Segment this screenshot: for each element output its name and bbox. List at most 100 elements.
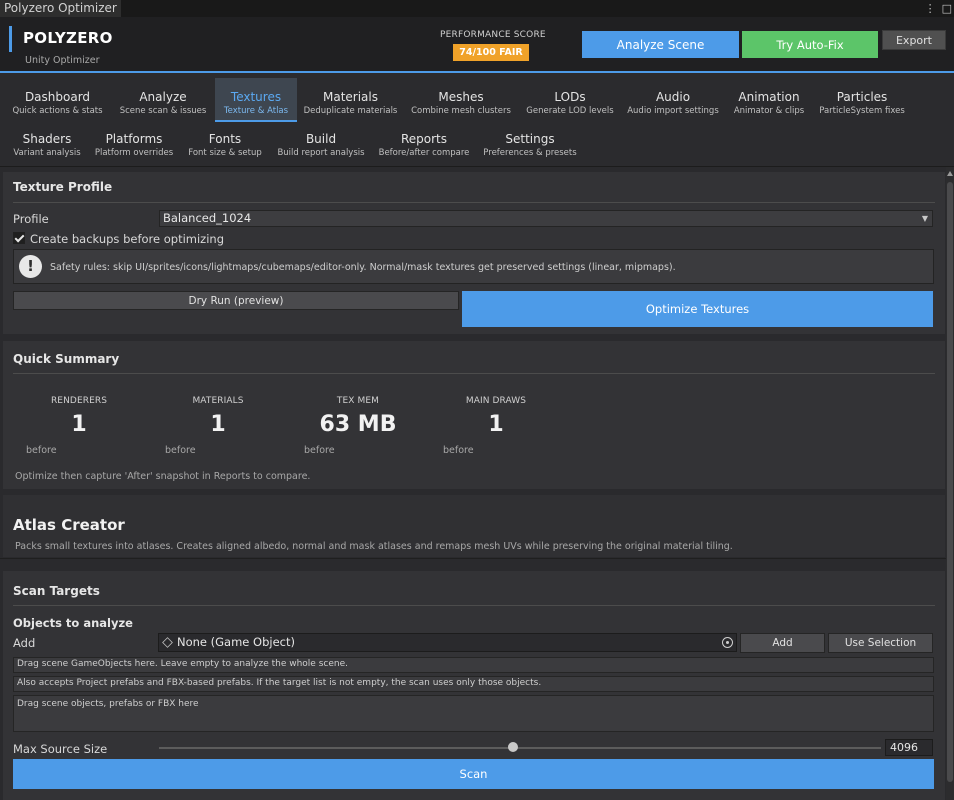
stat-sublabel: before xyxy=(304,445,335,456)
tab-label: Dashboard xyxy=(24,90,91,104)
atlas-creator-section: Atlas Creator Packs small textures into … xyxy=(3,495,945,557)
slider-track xyxy=(159,747,881,749)
atlas-creator-title: Atlas Creator xyxy=(13,516,125,534)
safety-rules-text: Safety rules: skip UI/sprites/icons/ligh… xyxy=(50,262,676,273)
export-button[interactable]: Export xyxy=(882,30,946,50)
tab-sublabel: Animator & clips xyxy=(733,106,805,116)
tab-lods[interactable]: LODs Generate LOD levels xyxy=(525,78,615,122)
stat-label: RENDERERS xyxy=(50,396,108,406)
dry-run-button[interactable]: Dry Run (preview) xyxy=(13,291,459,310)
stat-label: TEX MEM xyxy=(336,396,380,406)
warning-icon: ! xyxy=(19,255,42,278)
stat-sublabel: before xyxy=(443,445,474,456)
tab-sublabel: Audio import settings xyxy=(627,106,719,116)
tab-label: Shaders xyxy=(22,132,72,146)
performance-score-badge: 74/100 FAIR xyxy=(453,44,529,61)
atlas-divider xyxy=(0,558,946,559)
tab-meshes[interactable]: Meshes Combine mesh clusters xyxy=(409,78,513,122)
texture-profile-panel: Texture Profile Profile Balanced_1024 ▼ … xyxy=(3,172,945,334)
tab-sublabel: Platform overrides xyxy=(94,148,174,158)
tab-label: Animation xyxy=(738,90,800,104)
tab-platforms[interactable]: Platforms Platform overrides xyxy=(93,120,175,164)
tab-bar: Dashboard Quick actions & stats Analyze … xyxy=(0,73,954,167)
tab-sublabel: ParticleSystem fixes xyxy=(819,106,905,116)
profile-dropdown[interactable]: Balanced_1024 ▼ xyxy=(159,210,933,227)
tab-sublabel: Before/after compare xyxy=(378,148,470,158)
add-label: Add xyxy=(13,636,36,650)
texture-profile-title: Texture Profile xyxy=(13,180,113,194)
tab-sublabel: Font size & setup xyxy=(188,148,262,158)
add-button[interactable]: Add xyxy=(740,633,825,653)
tab-fonts[interactable]: Fonts Font size & setup xyxy=(186,120,264,164)
tab-label: Particles xyxy=(836,90,888,104)
window-titlebar: Polyzero Optimizer ⋮ □ xyxy=(0,0,954,17)
section-divider xyxy=(13,373,935,374)
stat-sublabel: before xyxy=(165,445,196,456)
tab-reports[interactable]: Reports Before/after compare xyxy=(378,120,470,164)
brand-accent-bar xyxy=(9,26,12,52)
tab-build[interactable]: Build Build report analysis xyxy=(276,120,366,164)
scan-targets-panel: Scan Targets Objects to analyze Add None… xyxy=(3,571,945,800)
use-selection-button[interactable]: Use Selection xyxy=(828,633,933,653)
game-object-field-value: None (Game Object) xyxy=(177,635,295,649)
scroll-up-arrow-icon[interactable] xyxy=(947,171,953,176)
hint-accepts-prefabs: Also accepts Project prefabs and FBX-bas… xyxy=(13,676,934,692)
tab-label: Audio xyxy=(655,90,691,104)
optimize-textures-button[interactable]: Optimize Textures xyxy=(462,291,933,327)
stat-value: 1 xyxy=(488,412,504,437)
max-source-size-field[interactable]: 4096 xyxy=(885,739,933,756)
stat-sublabel: before xyxy=(26,445,57,456)
tab-materials[interactable]: Materials Deduplicate materials xyxy=(303,78,398,122)
summary-note: Optimize then capture 'After' snapshot i… xyxy=(15,471,311,482)
stat-main-draws: MAIN DRAWS 1 xyxy=(436,396,556,437)
window-title: Polyzero Optimizer xyxy=(4,1,117,15)
drop-zone[interactable]: Drag scene objects, prefabs or FBX here xyxy=(13,695,934,732)
tab-dashboard[interactable]: Dashboard Quick actions & stats xyxy=(10,78,105,122)
quick-summary-panel: Quick Summary RENDERERS 1 before MATERIA… xyxy=(3,341,945,489)
tab-shaders[interactable]: Shaders Variant analysis xyxy=(10,120,84,164)
slider-thumb[interactable] xyxy=(507,742,518,752)
tab-particles[interactable]: Particles ParticleSystem fixes xyxy=(817,78,907,122)
maximize-icon[interactable]: □ xyxy=(942,2,952,15)
tab-sublabel: Scene scan & issues xyxy=(119,106,207,116)
tab-sublabel: Quick actions & stats xyxy=(12,106,103,116)
create-backups-label: Create backups before optimizing xyxy=(30,232,225,246)
tab-label: Platforms xyxy=(105,132,163,146)
stat-value: 63 MB xyxy=(319,412,397,437)
tab-label: Settings xyxy=(505,132,555,146)
polyzero-optimizer-window: Polyzero Optimizer ⋮ □ POLYZERO Unity Op… xyxy=(0,0,954,800)
safety-rules-infobox: ! Safety rules: skip UI/sprites/icons/li… xyxy=(13,249,934,284)
kebab-menu-icon[interactable]: ⋮ xyxy=(925,2,936,15)
analyze-scene-button[interactable]: Analyze Scene xyxy=(582,31,739,58)
atlas-creator-description: Packs small textures into atlases. Creat… xyxy=(15,541,733,552)
tab-settings[interactable]: Settings Preferences & presets xyxy=(481,120,579,164)
max-source-size-label: Max Source Size xyxy=(13,742,108,756)
create-backups-checkbox[interactable] xyxy=(13,232,25,244)
max-source-size-slider[interactable] xyxy=(159,741,881,755)
tab-sublabel: Deduplicate materials xyxy=(303,106,398,116)
scan-button[interactable]: Scan xyxy=(13,759,934,789)
object-picker-icon[interactable] xyxy=(722,637,733,648)
tab-sublabel: Build report analysis xyxy=(277,148,365,158)
profile-label: Profile xyxy=(13,212,49,226)
performance-score-label: PERFORMANCE SCORE xyxy=(440,30,546,40)
tab-textures[interactable]: Textures Texture & Atlas xyxy=(215,78,297,122)
tab-animation[interactable]: Animation Animator & clips xyxy=(731,78,807,122)
tab-label: Reports xyxy=(400,132,448,146)
tab-sublabel: Preferences & presets xyxy=(483,148,577,158)
stat-label: MAIN DRAWS xyxy=(465,396,527,406)
tab-label: Textures xyxy=(230,90,282,104)
section-divider xyxy=(13,202,935,203)
game-object-field[interactable]: None (Game Object) xyxy=(158,633,737,652)
cube-icon xyxy=(162,637,173,648)
tab-audio[interactable]: Audio Audio import settings xyxy=(626,78,720,122)
tab-analyze[interactable]: Analyze Scene scan & issues xyxy=(117,78,209,122)
try-auto-fix-button[interactable]: Try Auto-Fix xyxy=(742,31,878,58)
window-tab[interactable]: Polyzero Optimizer xyxy=(0,0,121,17)
quick-summary-title: Quick Summary xyxy=(13,352,120,366)
app-header: POLYZERO Unity Optimizer PERFORMANCE SCO… xyxy=(0,17,954,71)
scrollbar-thumb[interactable] xyxy=(947,182,953,782)
profile-dropdown-value: Balanced_1024 xyxy=(163,211,252,225)
tab-label: Meshes xyxy=(438,90,484,104)
stat-tex-mem: TEX MEM 63 MB xyxy=(298,396,418,437)
